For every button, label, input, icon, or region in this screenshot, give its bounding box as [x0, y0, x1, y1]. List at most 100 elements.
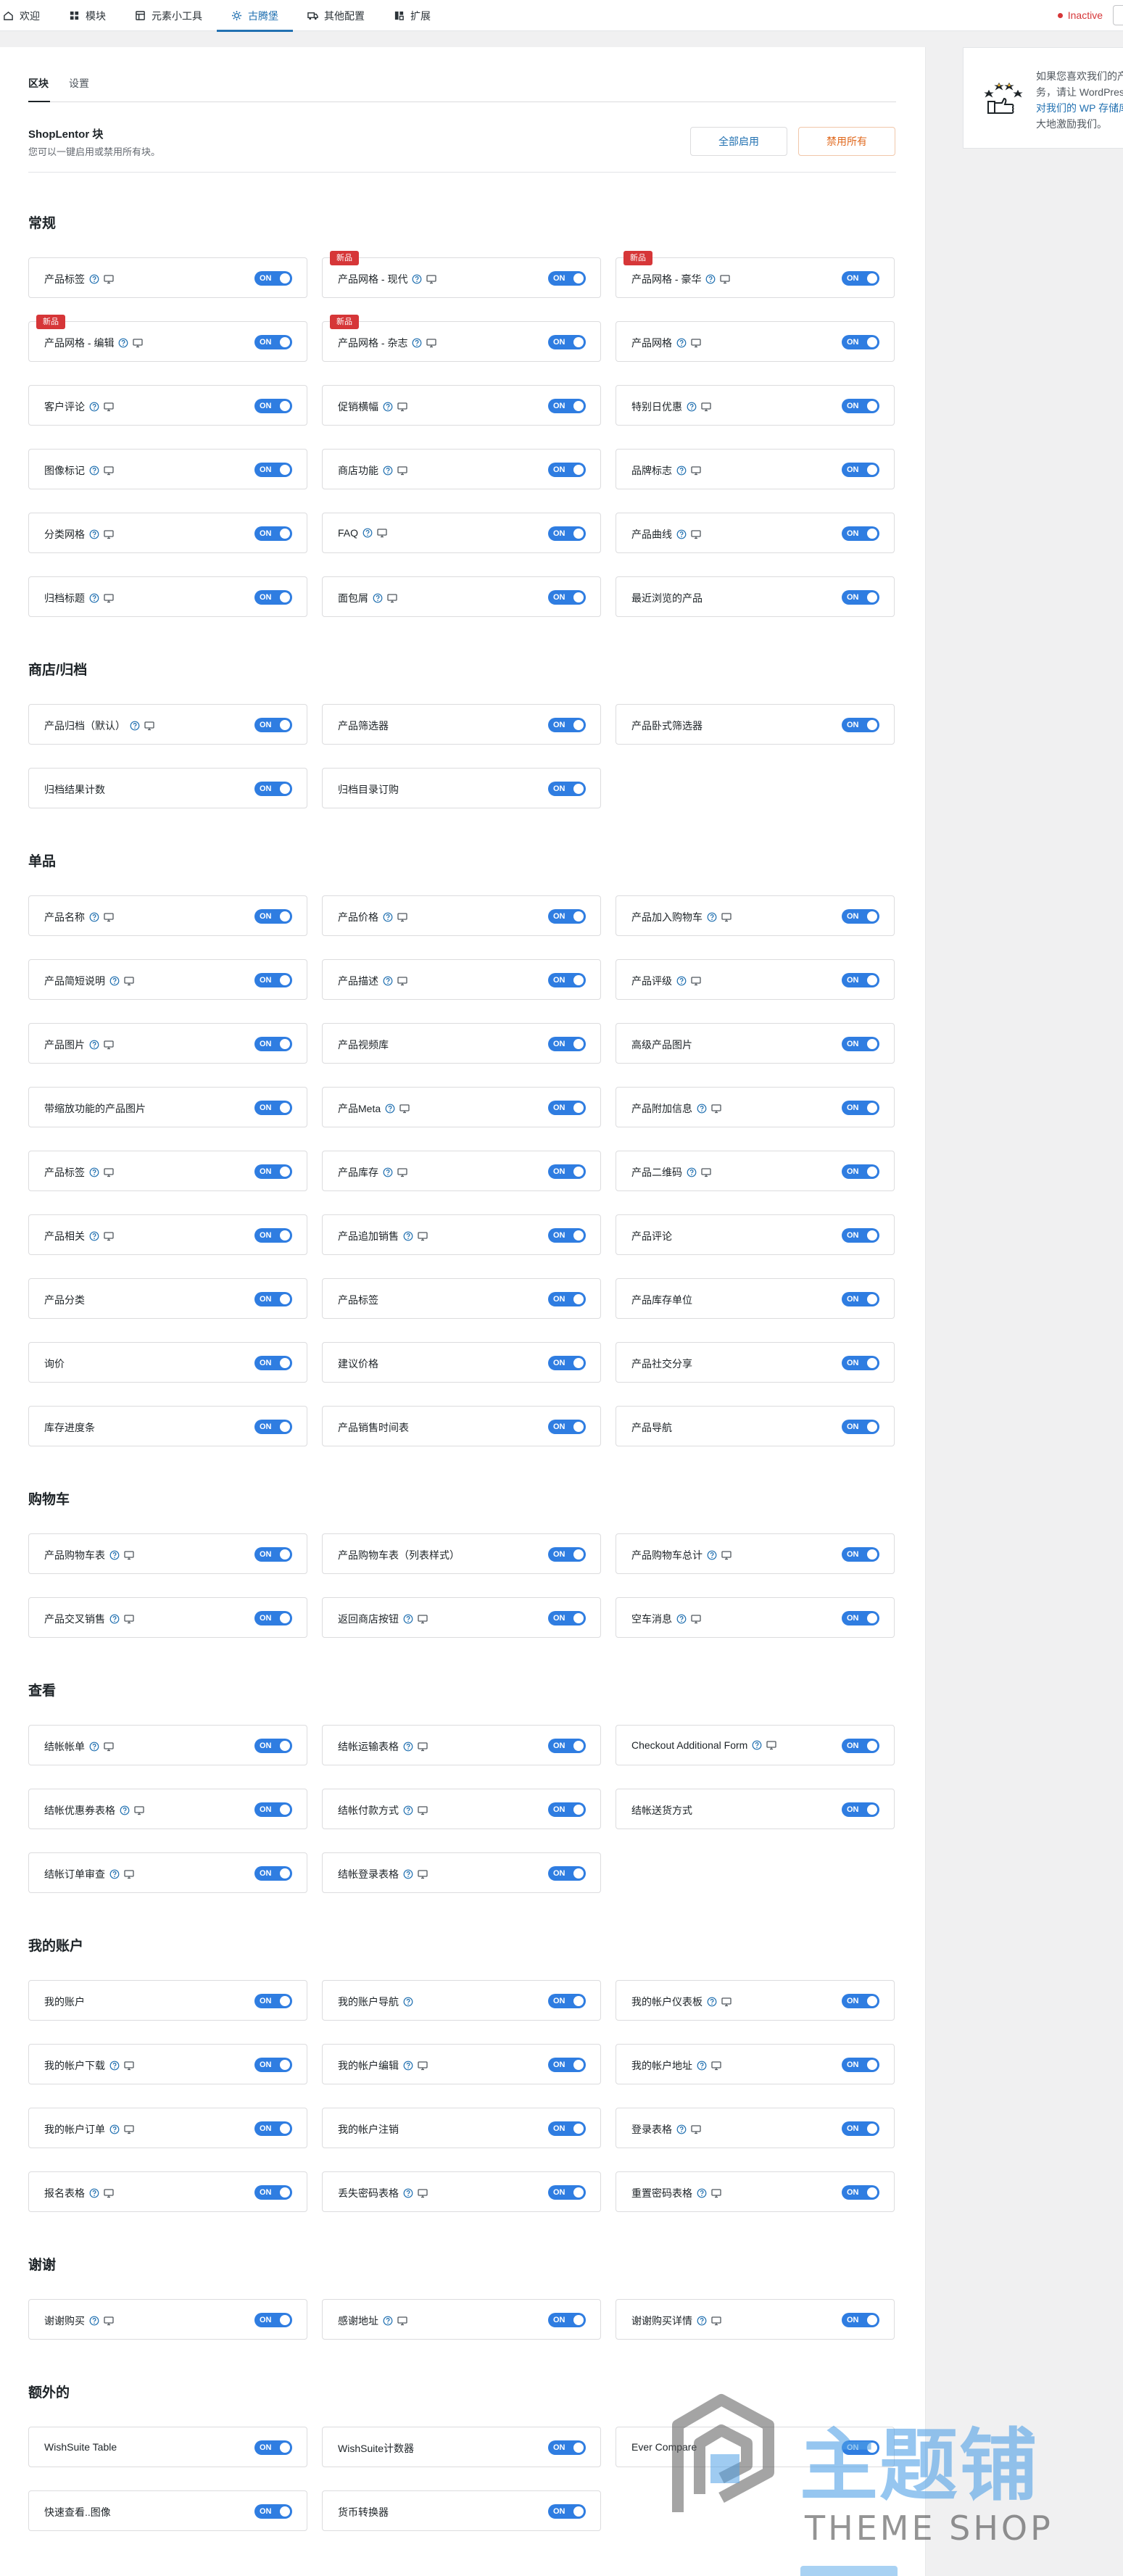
block-toggle[interactable]: ON — [842, 399, 879, 413]
nav-tab-0[interactable]: 欢迎 — [0, 0, 54, 31]
block-toggle[interactable]: ON — [548, 909, 586, 924]
block-toggle[interactable]: ON — [842, 1739, 879, 1753]
block-toggle[interactable]: ON — [842, 1101, 879, 1115]
block-toggle[interactable]: ON — [548, 1101, 586, 1115]
help-icon[interactable] — [89, 593, 99, 603]
help-icon[interactable] — [752, 1740, 762, 1750]
block-toggle[interactable]: ON — [548, 1611, 586, 1625]
help-icon[interactable] — [403, 1614, 413, 1624]
block-toggle[interactable]: ON — [548, 1037, 586, 1051]
help-icon[interactable] — [676, 976, 687, 986]
help-icon[interactable] — [89, 1040, 99, 1050]
block-toggle[interactable]: ON — [842, 2058, 879, 2072]
block-toggle[interactable]: ON — [548, 1228, 586, 1243]
block-toggle[interactable]: ON — [548, 1420, 586, 1434]
block-toggle[interactable]: ON — [254, 782, 292, 796]
nav-tab-4[interactable]: 其他配置 — [293, 0, 379, 31]
block-toggle[interactable]: ON — [842, 1356, 879, 1370]
tab-blocks[interactable]: 区块 — [28, 76, 49, 99]
block-toggle[interactable]: ON — [254, 1228, 292, 1243]
block-toggle[interactable]: ON — [548, 1739, 586, 1753]
help-icon[interactable] — [385, 1103, 395, 1114]
block-toggle[interactable]: ON — [254, 1739, 292, 1753]
tab-settings[interactable]: 设置 — [69, 76, 89, 99]
help-icon[interactable] — [109, 976, 120, 986]
block-toggle[interactable]: ON — [548, 718, 586, 732]
block-toggle[interactable]: ON — [254, 1356, 292, 1370]
help-icon[interactable] — [676, 338, 687, 348]
block-toggle[interactable]: ON — [548, 526, 586, 541]
block-toggle[interactable]: ON — [548, 1866, 586, 1881]
block-toggle[interactable]: ON — [548, 2504, 586, 2519]
block-toggle[interactable]: ON — [548, 782, 586, 796]
block-toggle[interactable]: ON — [548, 2058, 586, 2072]
block-toggle[interactable]: ON — [254, 1292, 292, 1306]
block-toggle[interactable]: ON — [548, 1164, 586, 1179]
block-toggle[interactable]: ON — [254, 973, 292, 987]
help-icon[interactable] — [109, 1614, 120, 1624]
help-icon[interactable] — [130, 721, 140, 731]
block-toggle[interactable]: ON — [254, 590, 292, 605]
block-toggle[interactable]: ON — [842, 2121, 879, 2136]
block-toggle[interactable]: ON — [548, 2440, 586, 2455]
block-toggle[interactable]: ON — [254, 1547, 292, 1562]
help-icon[interactable] — [403, 1231, 413, 1241]
help-icon[interactable] — [89, 912, 99, 922]
block-toggle[interactable]: ON — [548, 2313, 586, 2327]
block-toggle[interactable]: ON — [548, 2185, 586, 2200]
nav-tab-1[interactable]: 模块 — [54, 0, 120, 31]
block-toggle[interactable]: ON — [842, 335, 879, 349]
rating-link[interactable]: 对我们的 WP 存储库 — [1036, 100, 1123, 116]
help-icon[interactable] — [118, 338, 128, 348]
block-toggle[interactable]: ON — [548, 1994, 586, 2008]
block-toggle[interactable]: ON — [254, 335, 292, 349]
help-icon[interactable] — [412, 338, 422, 348]
block-toggle[interactable]: ON — [842, 1164, 879, 1179]
block-toggle[interactable]: ON — [254, 2121, 292, 2136]
help-icon[interactable] — [109, 1550, 120, 1560]
block-toggle[interactable]: ON — [254, 399, 292, 413]
help-icon[interactable] — [403, 1742, 413, 1752]
help-icon[interactable] — [687, 402, 697, 412]
block-toggle[interactable]: ON — [842, 463, 879, 477]
help-icon[interactable] — [89, 1742, 99, 1752]
help-icon[interactable] — [697, 2188, 707, 2198]
help-icon[interactable] — [89, 529, 99, 539]
help-icon[interactable] — [707, 912, 717, 922]
block-toggle[interactable]: ON — [842, 271, 879, 286]
help-icon[interactable] — [383, 2316, 393, 2326]
help-icon[interactable] — [89, 465, 99, 476]
block-toggle[interactable]: ON — [254, 1802, 292, 1817]
block-toggle[interactable]: ON — [842, 526, 879, 541]
help-icon[interactable] — [89, 1167, 99, 1177]
block-toggle[interactable]: ON — [548, 1547, 586, 1562]
help-icon[interactable] — [403, 1869, 413, 1879]
block-toggle[interactable]: ON — [548, 463, 586, 477]
help-icon[interactable] — [403, 1805, 413, 1815]
help-icon[interactable] — [403, 1997, 413, 2007]
block-toggle[interactable]: ON — [842, 909, 879, 924]
block-toggle[interactable]: ON — [254, 1994, 292, 2008]
help-icon[interactable] — [383, 402, 393, 412]
block-toggle[interactable]: ON — [254, 1164, 292, 1179]
help-icon[interactable] — [89, 2188, 99, 2198]
help-icon[interactable] — [373, 593, 383, 603]
block-toggle[interactable]: ON — [842, 1802, 879, 1817]
help-icon[interactable] — [89, 2316, 99, 2326]
nav-tab-5[interactable]: 扩展 — [379, 0, 445, 31]
help-icon[interactable] — [362, 528, 373, 538]
help-icon[interactable] — [89, 402, 99, 412]
block-toggle[interactable]: ON — [842, 973, 879, 987]
help-icon[interactable] — [383, 912, 393, 922]
help-icon[interactable] — [707, 1997, 717, 2007]
help-icon[interactable] — [120, 1805, 130, 1815]
save-button[interactable] — [800, 2566, 898, 2576]
help-icon[interactable] — [697, 2061, 707, 2071]
block-toggle[interactable]: ON — [548, 590, 586, 605]
help-icon[interactable] — [687, 1167, 697, 1177]
block-toggle[interactable]: ON — [842, 1994, 879, 2008]
help-icon[interactable] — [676, 529, 687, 539]
block-toggle[interactable]: ON — [254, 1420, 292, 1434]
block-toggle[interactable]: ON — [548, 2121, 586, 2136]
block-toggle[interactable]: ON — [548, 399, 586, 413]
